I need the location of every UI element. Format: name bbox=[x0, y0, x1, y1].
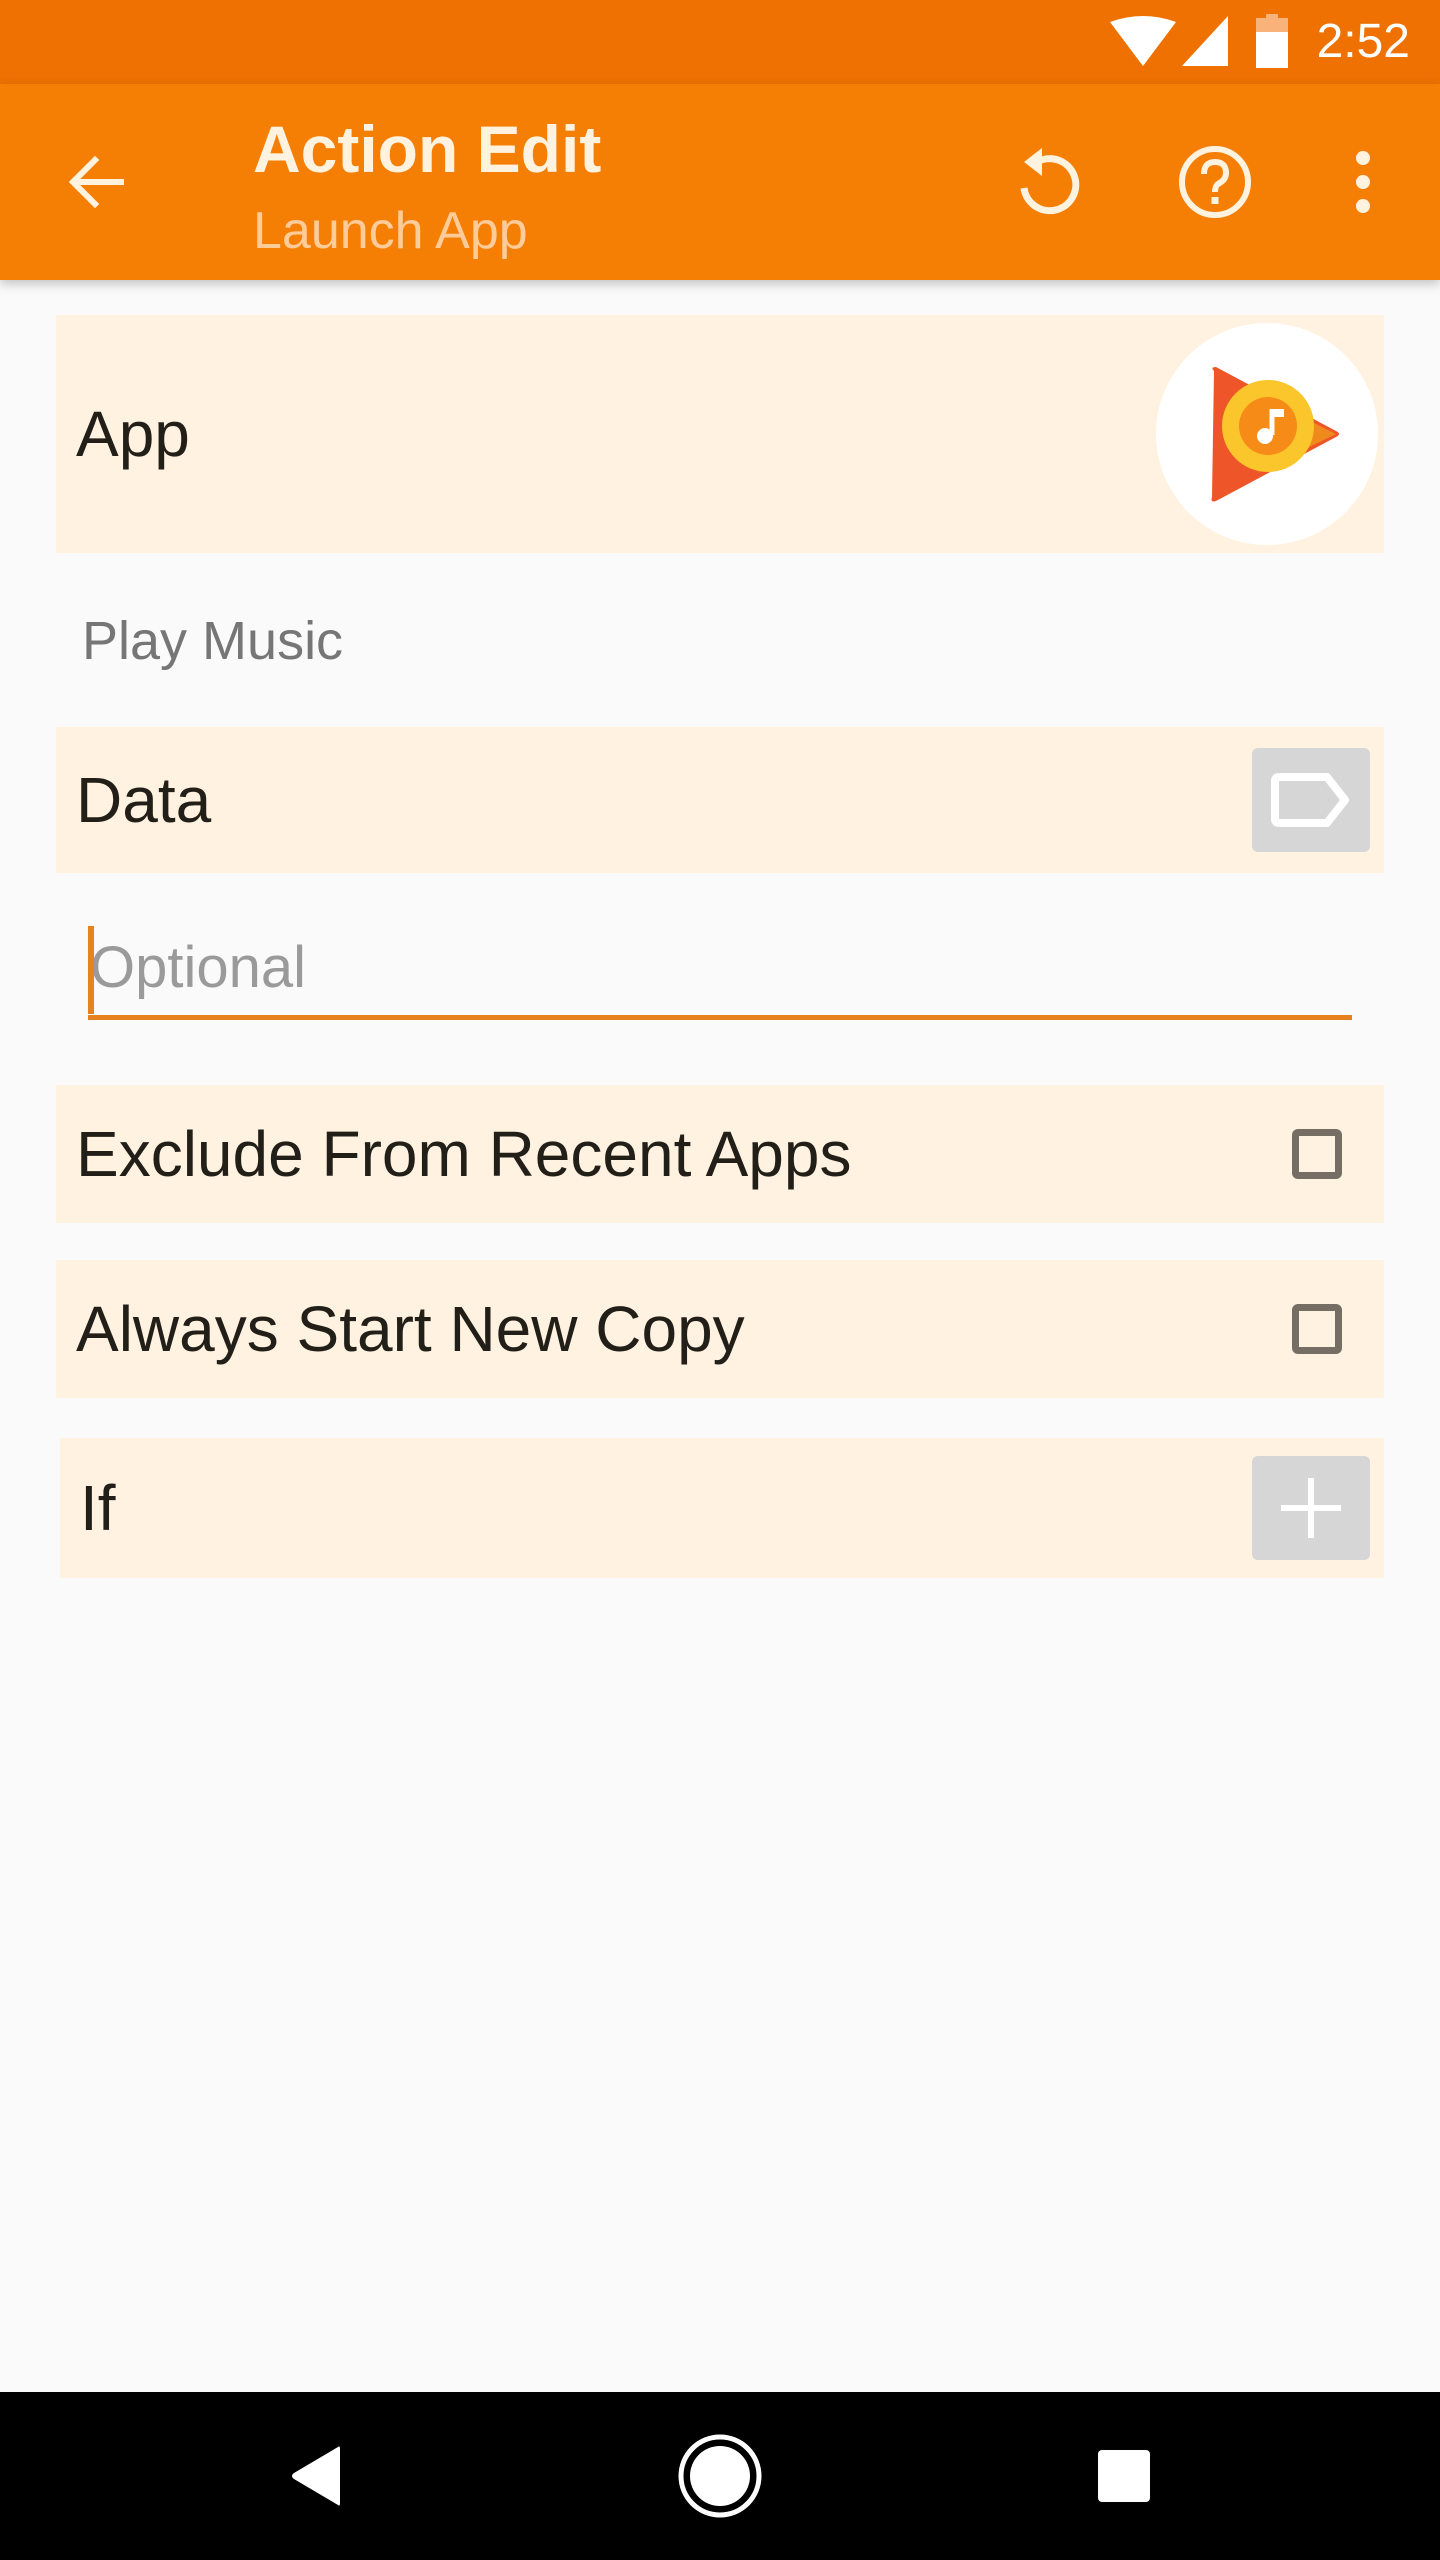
cell-signal-icon bbox=[1182, 16, 1228, 66]
plus-icon bbox=[1281, 1478, 1341, 1538]
always-start-new-copy-row[interactable]: Always Start New Copy bbox=[56, 1260, 1384, 1398]
nav-home-button[interactable] bbox=[670, 2426, 770, 2526]
if-condition-row: If bbox=[60, 1438, 1384, 1578]
if-label: If bbox=[80, 1472, 116, 1544]
app-label: App bbox=[76, 398, 190, 470]
back-triangle-icon bbox=[292, 2446, 340, 2506]
exclude-from-recent-row[interactable]: Exclude From Recent Apps bbox=[56, 1085, 1384, 1223]
undo-icon bbox=[1020, 148, 1080, 215]
home-circle-icon bbox=[678, 2434, 762, 2518]
page-title: Action Edit bbox=[253, 112, 602, 186]
status-time: 2:52 bbox=[1316, 15, 1410, 68]
reset-button[interactable] bbox=[992, 127, 1102, 237]
wifi-icon bbox=[1110, 16, 1176, 66]
help-circle-icon bbox=[1179, 146, 1251, 218]
more-vert-icon bbox=[1356, 151, 1370, 213]
nav-back-button[interactable] bbox=[266, 2426, 366, 2526]
variable-tag-button[interactable] bbox=[1252, 748, 1370, 852]
app-bar: Action Edit Launch App bbox=[0, 84, 1440, 280]
exclude-from-recent-checkbox[interactable] bbox=[1292, 1129, 1342, 1179]
data-input-container bbox=[88, 920, 1352, 1026]
data-row: Data bbox=[56, 727, 1384, 873]
arrow-left-icon bbox=[68, 155, 124, 209]
nav-recents-button[interactable] bbox=[1074, 2426, 1174, 2526]
more-options-button[interactable] bbox=[1308, 127, 1418, 237]
add-condition-button[interactable] bbox=[1252, 1456, 1370, 1560]
data-input[interactable] bbox=[88, 920, 1352, 1020]
always-start-new-copy-label: Always Start New Copy bbox=[76, 1293, 745, 1365]
data-label: Data bbox=[76, 764, 212, 836]
battery-icon bbox=[1256, 14, 1288, 68]
back-button[interactable] bbox=[42, 127, 152, 237]
selected-app-name: Play Music bbox=[82, 611, 344, 671]
recents-square-icon bbox=[1098, 2450, 1150, 2502]
exclude-from-recent-label: Exclude From Recent Apps bbox=[76, 1118, 852, 1190]
app-row[interactable]: App bbox=[56, 315, 1384, 553]
status-bar: 2:52 bbox=[0, 0, 1440, 84]
always-start-new-copy-checkbox[interactable] bbox=[1292, 1304, 1342, 1354]
page-subtitle: Launch App bbox=[253, 202, 528, 260]
app-picker-button[interactable] bbox=[1156, 323, 1378, 545]
text-caret bbox=[88, 926, 94, 1014]
play-music-app-icon bbox=[1211, 367, 1339, 502]
help-button[interactable] bbox=[1160, 127, 1270, 237]
system-nav-bar bbox=[0, 2392, 1440, 2560]
tag-icon bbox=[1271, 773, 1349, 827]
